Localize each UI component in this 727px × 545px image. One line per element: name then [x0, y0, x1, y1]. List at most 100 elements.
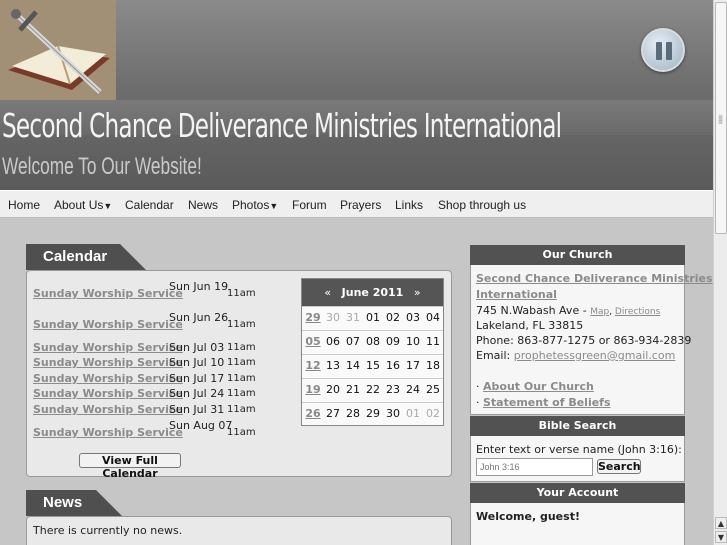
calendar-day: 10: [406, 335, 420, 348]
account-title: Your Account: [470, 483, 685, 503]
event-link[interactable]: Sunday Worship Service: [33, 387, 183, 400]
bible-sword-logo-icon: [0, 0, 116, 100]
church-name-link[interactable]: Second Chance Deliverance Ministries: [476, 272, 713, 285]
calendar-day: 21: [346, 383, 360, 396]
nav-shop[interactable]: Shop through us: [438, 198, 526, 212]
bullet: ·: [476, 396, 483, 409]
calendar-title: Calendar: [26, 244, 146, 270]
calendar-day: 01: [366, 311, 380, 324]
grip-icon: ≡ ≡ ≡: [718, 113, 724, 126]
news-title: News: [26, 490, 122, 516]
church-name-link-2[interactable]: International: [476, 288, 557, 301]
calendar-week-link[interactable]: 19: [303, 383, 323, 396]
bible-search-button[interactable]: Search: [597, 459, 641, 474]
event-link[interactable]: Sunday Worship Service: [33, 426, 183, 439]
event-time: 11am: [227, 288, 256, 299]
calendar-day: 09: [386, 335, 400, 348]
directions-link[interactable]: Directions: [615, 307, 660, 317]
event-time: 11am: [227, 373, 256, 384]
calendar-day: 30: [326, 311, 340, 324]
event-date: Sun Jul 31: [169, 403, 225, 416]
site-title: Second Chance Deliverance Ministries Int…: [2, 106, 562, 145]
calendar-day: 30: [386, 407, 400, 420]
calendar-week-link[interactable]: 05: [303, 335, 323, 348]
map-link[interactable]: Map: [590, 307, 609, 317]
event-link[interactable]: Sunday Worship Service: [33, 341, 183, 354]
event-time: 11am: [227, 427, 256, 438]
caret-down-icon: ▼: [269, 201, 279, 211]
bullet: ·: [476, 380, 483, 393]
bible-search-title: Bible Search: [470, 416, 685, 436]
pause-button[interactable]: [641, 28, 685, 72]
next-month-button[interactable]: »: [414, 286, 421, 299]
calendar-day: 13: [326, 359, 340, 372]
nav-forum-label: Forum: [292, 198, 327, 212]
event-date: Sun Jun 19: [169, 280, 229, 293]
event-time: 11am: [227, 342, 256, 353]
nav-prayers[interactable]: Prayers: [340, 198, 381, 212]
calendar-day: 11: [426, 335, 440, 348]
calendar-day: 31: [346, 311, 360, 324]
calendar-day: 04: [426, 311, 440, 324]
calendar-week-row: 19 20 21 22 23 24 25: [302, 378, 443, 399]
main-nav: Home About Us▼ Calendar News Photos▼ For…: [0, 190, 713, 218]
calendar-week-row: 29 30 31 01 02 03 04: [302, 306, 443, 327]
site-logo[interactable]: [0, 0, 116, 100]
nav-prayers-label: Prayers: [340, 198, 382, 212]
calendar-day: 24: [406, 383, 420, 396]
bible-search-input[interactable]: [476, 458, 593, 476]
calendar-day: 03: [406, 311, 420, 324]
view-full-calendar-button[interactable]: View Full Calendar: [79, 453, 181, 480]
email-link[interactable]: prophetessgreen@gmail.com: [514, 349, 676, 362]
calendar-week-link[interactable]: 26: [303, 407, 323, 420]
nav-photos[interactable]: Photos▼: [232, 198, 278, 212]
event-link[interactable]: Sunday Worship Service: [33, 318, 183, 331]
month-link[interactable]: June 2011: [342, 286, 404, 299]
email-label: Email:: [476, 349, 514, 362]
nav-about-us-label: About Us: [54, 198, 104, 212]
event-date: Sun Aug 07: [169, 419, 233, 432]
church-title: Our Church: [470, 245, 685, 265]
nav-links[interactable]: Links: [395, 198, 423, 212]
news-empty-text: There is currently no news.: [33, 524, 183, 537]
calendar-day: 20: [326, 383, 340, 396]
scrollbar-thumb[interactable]: ≡ ≡ ≡: [715, 2, 727, 234]
bible-search-prompt: Enter text or verse name (John 3:16):: [476, 443, 682, 456]
calendar-week-link[interactable]: 12: [303, 359, 323, 372]
pause-icon: [656, 42, 662, 60]
mini-calendar-header: « June 2011 »: [302, 279, 443, 306]
scroll-up-icon[interactable]: ▲: [715, 517, 727, 529]
nav-shop-label: Shop through us: [438, 198, 527, 212]
scroll-down-icon[interactable]: ▼: [715, 531, 727, 543]
prev-month-button[interactable]: «: [324, 286, 331, 299]
calendar-day: 07: [346, 335, 360, 348]
calendar-day: 28: [346, 407, 360, 420]
event-link[interactable]: Sunday Worship Service: [33, 356, 183, 369]
calendar-week-row: 12 13 14 15 16 17 18: [302, 354, 443, 375]
calendar-week-link[interactable]: 29: [303, 311, 323, 324]
calendar-day: 08: [366, 335, 380, 348]
event-date: Sun Jul 10: [169, 356, 225, 369]
event-link[interactable]: Sunday Worship Service: [33, 372, 183, 385]
site-header: Second Chance Deliverance Ministries Int…: [0, 0, 713, 190]
nav-forum[interactable]: Forum: [292, 198, 327, 212]
event-time: 11am: [227, 404, 256, 415]
event-link[interactable]: Sunday Worship Service: [33, 287, 183, 300]
caret-down-icon: ▼: [103, 201, 113, 211]
nav-calendar[interactable]: Calendar: [125, 198, 174, 212]
calendar-week-row: 05 06 07 08 09 10 11: [302, 330, 443, 351]
event-date: Sun Jul 03: [169, 341, 225, 354]
statement-of-beliefs-link[interactable]: Statement of Beliefs: [483, 396, 611, 409]
nav-about-us[interactable]: About Us▼: [54, 198, 112, 212]
nav-home-label: Home: [8, 198, 41, 212]
calendar-day: 16: [386, 359, 400, 372]
event-link[interactable]: Sunday Worship Service: [33, 403, 183, 416]
nav-home[interactable]: Home: [8, 198, 40, 212]
page-scrollbar[interactable]: ≡ ≡ ≡ ▲ ▼: [713, 0, 727, 545]
nav-calendar-label: Calendar: [125, 198, 174, 212]
calendar-day: 17: [406, 359, 420, 372]
about-our-church-link[interactable]: About Our Church: [483, 380, 594, 393]
calendar-day: 27: [326, 407, 340, 420]
calendar-day: 25: [426, 383, 440, 396]
nav-news[interactable]: News: [188, 198, 218, 212]
